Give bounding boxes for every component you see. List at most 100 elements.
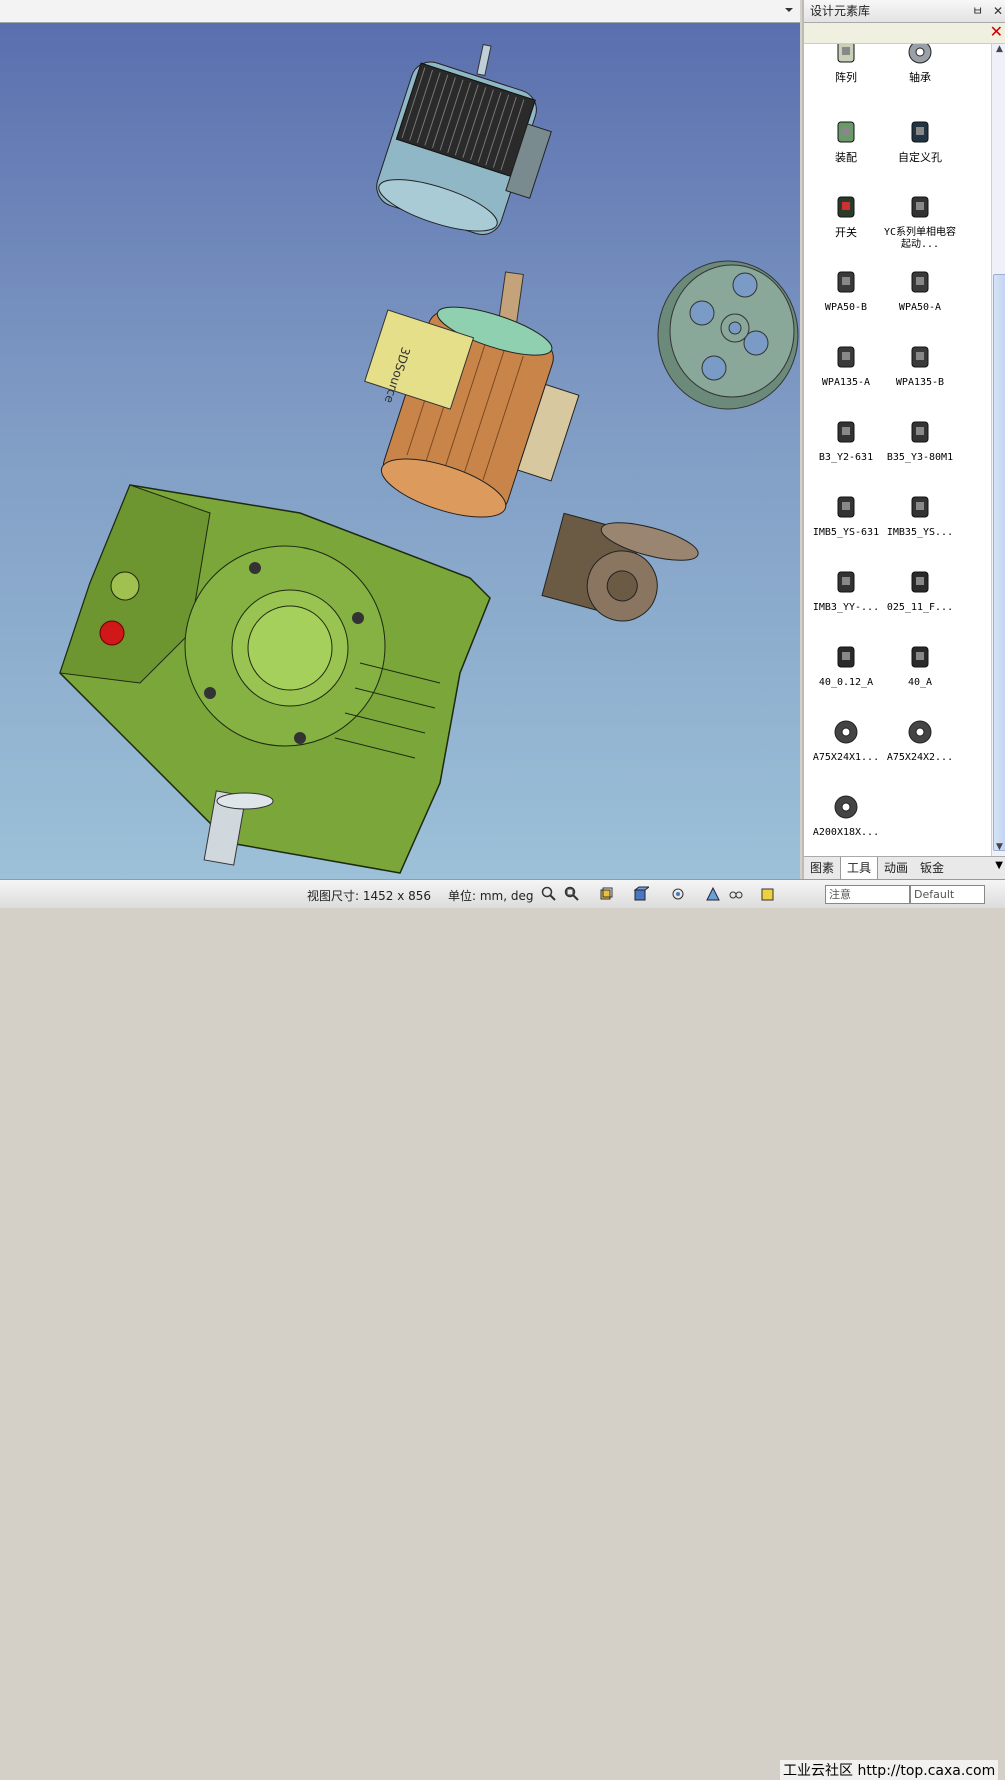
library-item-label: 开关 [835, 226, 857, 239]
render-mode-icon[interactable] [633, 886, 649, 902]
zoom-icon[interactable] [541, 886, 557, 902]
view-cube-icon[interactable] [598, 886, 614, 902]
library-item-label: IMB5_YS-631 [812, 527, 880, 538]
gearbox-icon [837, 646, 855, 668]
library-item-label: WPA50-A [898, 302, 942, 313]
blue-motor-model[interactable] [371, 43, 561, 248]
library-item-label: WPA135-A [821, 377, 871, 388]
library-item-label: IMB35_YS... [886, 527, 954, 538]
reducer-icon [911, 346, 929, 368]
status-bar: 视图尺寸: 1452 x 856 单位: mm, deg 工业云社区 http:… [0, 879, 1005, 1780]
library-item[interactable]: WPA135-B [880, 344, 960, 389]
copper-motor-model[interactable]: 3DSource [361, 271, 595, 540]
green-reducer-model[interactable] [59, 484, 491, 874]
small-gearbox-model[interactable] [541, 505, 702, 637]
library-item[interactable]: 40_A [880, 644, 960, 689]
view-size-readout: 视图尺寸: 1452 x 856 [307, 889, 432, 903]
pulley-icon [834, 795, 858, 819]
chevron-down-icon[interactable] [784, 5, 794, 15]
library-item-label: 自定义孔 [898, 151, 942, 164]
scroll-down-icon[interactable]: ▼ [992, 842, 1005, 856]
tab-2[interactable]: 动画 [878, 857, 914, 879]
library-item-label: IMB3_YY-... [812, 602, 880, 613]
tabs-menu-icon[interactable]: ▼ [995, 860, 1003, 871]
status-input-style[interactable]: Default [910, 885, 985, 904]
viewport-header [0, 0, 800, 23]
status-input-hint[interactable]: 注意 [825, 885, 910, 904]
library-item[interactable]: IMB5_YS-631 [806, 494, 886, 539]
glasses-icon[interactable] [728, 886, 744, 902]
library-item-label: WPA135-B [895, 377, 945, 388]
pulley-icon [908, 720, 932, 744]
motor-icon [837, 496, 855, 518]
units-readout: 单位: mm, deg [448, 889, 534, 903]
reducer-icon [911, 271, 929, 293]
motor-icon [837, 421, 855, 443]
zoom-window-icon[interactable] [564, 886, 580, 902]
library-item[interactable]: 40_0.12_A [806, 644, 886, 689]
library-item-label: WPA50-B [824, 302, 868, 313]
library-item-label: A200X18X... [812, 827, 880, 838]
panel-title-bar: 设计元素库 ㅂ ✕ [804, 0, 1005, 23]
box-select-icon[interactable] [760, 886, 776, 902]
section-icon[interactable] [705, 886, 721, 902]
library-item[interactable]: YC系列单相电容起动... [880, 194, 960, 251]
library-item[interactable]: WPA50-B [806, 269, 886, 314]
library-item-label: 阵列 [835, 71, 857, 84]
bearing-icon [908, 44, 932, 64]
library-grid: 阵列 轴承装配 自定义孔开关 YC系列单相电容起动... WPA50-B WPA50-A W… [804, 44, 990, 856]
library-item[interactable]: WPA135-A [806, 344, 886, 389]
orbit-icon[interactable] [670, 886, 686, 902]
library-item[interactable]: 025_11_F... [880, 569, 960, 614]
pin-icon[interactable]: ㅂ [972, 4, 983, 18]
library-item[interactable]: 阵列 [806, 44, 886, 84]
library-item[interactable]: A200X18X... [806, 794, 886, 839]
library-item[interactable]: IMB3_YY-... [806, 569, 886, 614]
library-scrollbar[interactable]: ▲ ▼ [991, 44, 1005, 856]
scroll-thumb[interactable] [993, 274, 1005, 851]
3d-scene: 3DSource [59, 43, 799, 874]
panel-tabs: 图素 工具 动画 钣金 ▼ [804, 856, 1005, 880]
library-item-label: YC系列单相电容起动... [883, 227, 957, 250]
close-icon[interactable]: ✕ [993, 4, 1003, 18]
pulley-icon [834, 720, 858, 744]
library-item[interactable]: B3_Y2-631 [806, 419, 886, 464]
delete-icon[interactable]: ✕ [990, 24, 1003, 40]
library-item[interactable]: IMB35_YS... [880, 494, 960, 539]
library-item-label: B3_Y2-631 [818, 452, 874, 463]
library-item-label: 轴承 [909, 71, 931, 84]
library-item[interactable]: B35_Y3-80M1 [880, 419, 960, 464]
pulley-model[interactable] [657, 260, 799, 410]
design-library-panel: 设计元素库 ㅂ ✕ ✕ 阵列 轴承装配 自定义孔开关 YC系列单相电容起动... WPA… [802, 0, 1005, 880]
panel-title: 设计元素库 [810, 4, 871, 18]
watermark-text: 工业云社区 http://top.caxa.com [780, 1760, 999, 1780]
custom-hole-icon [911, 121, 929, 143]
motor-icon [911, 496, 929, 518]
library-item-label: 025_11_F... [886, 602, 954, 613]
motor-icon [911, 421, 929, 443]
library-item-label: 40_A [907, 677, 933, 688]
library-item-label: A75X24X1... [812, 752, 880, 763]
motor-icon [837, 571, 855, 593]
library-item[interactable]: 自定义孔 [880, 119, 960, 164]
tab-1[interactable]: 工具 [840, 857, 879, 880]
reducer-icon [837, 271, 855, 293]
switch-icon [837, 196, 855, 218]
array-icon [837, 44, 855, 63]
library-item-label: A75X24X2... [886, 752, 954, 763]
library-item[interactable]: WPA50-A [880, 269, 960, 314]
library-item[interactable]: A75X24X1... [806, 719, 886, 764]
scroll-up-icon[interactable]: ▲ [992, 44, 1005, 58]
panel-toolbar: ✕ [804, 23, 1005, 44]
tab-3[interactable]: 钣金 [914, 857, 950, 879]
3d-viewport[interactable]: 3DSource [0, 23, 800, 879]
library-item[interactable]: 装配 [806, 119, 886, 164]
gearbox-icon [911, 646, 929, 668]
tab-0[interactable]: 图素 [804, 857, 840, 879]
library-item-label: 装配 [835, 151, 857, 164]
library-item-label: 40_0.12_A [818, 677, 874, 688]
library-item[interactable]: 轴承 [880, 44, 960, 84]
reducer-icon [837, 346, 855, 368]
library-item[interactable]: 开关 [806, 194, 886, 239]
library-item[interactable]: A75X24X2... [880, 719, 960, 764]
